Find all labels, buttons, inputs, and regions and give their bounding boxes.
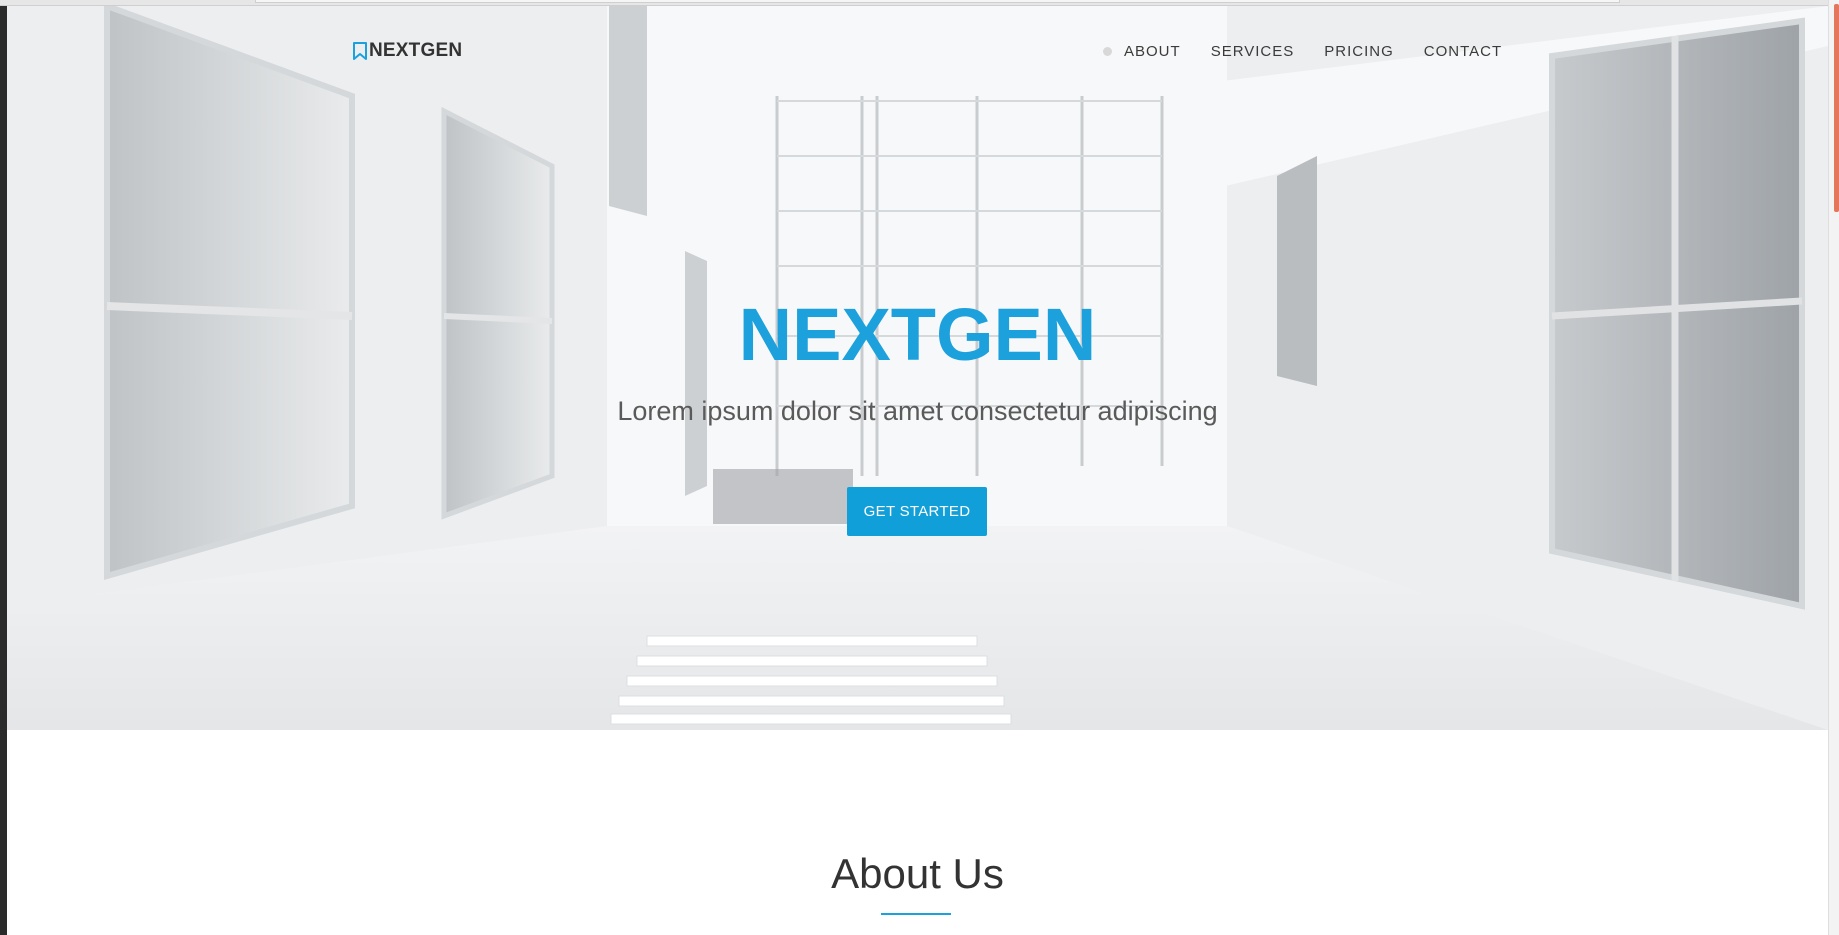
brand-name: NEXTGEN	[369, 40, 463, 61]
window-frame-left	[0, 0, 7, 935]
nav-indicator-dot	[1103, 47, 1112, 56]
scrollbar-thumb[interactable]	[1834, 4, 1839, 212]
title-underline-divider	[881, 913, 951, 915]
section-title: About Us	[831, 850, 1004, 897]
tab-strip	[255, 0, 1620, 3]
brand-logo-link[interactable]: NEXTGEN	[352, 40, 462, 62]
nav-link-about[interactable]: ABOUT	[1124, 43, 1181, 60]
nav-menu: ABOUT SERVICES PRICING CONTACT	[1103, 43, 1532, 60]
get-started-button[interactable]: GET STARTED	[847, 487, 987, 536]
nav-link-pricing[interactable]: PRICING	[1324, 43, 1394, 60]
nav-link-contact[interactable]: CONTACT	[1424, 43, 1502, 60]
page-viewport: NEXTGEN ABOUT SERVICES PRICING CONTACT N…	[7, 6, 1828, 935]
nav-link-services[interactable]: SERVICES	[1211, 43, 1295, 60]
navbar: NEXTGEN ABOUT SERVICES PRICING CONTACT	[7, 6, 1828, 96]
hero-section: NEXTGEN ABOUT SERVICES PRICING CONTACT N…	[7, 6, 1828, 730]
hero-title: NEXTGEN	[738, 293, 1097, 376]
scrollbar-track[interactable]	[1828, 0, 1839, 935]
bookmark-icon	[353, 42, 367, 60]
about-section: About Us	[7, 730, 1828, 935]
hero-subtitle: Lorem ipsum dolor sit amet consectetur a…	[617, 396, 1218, 426]
